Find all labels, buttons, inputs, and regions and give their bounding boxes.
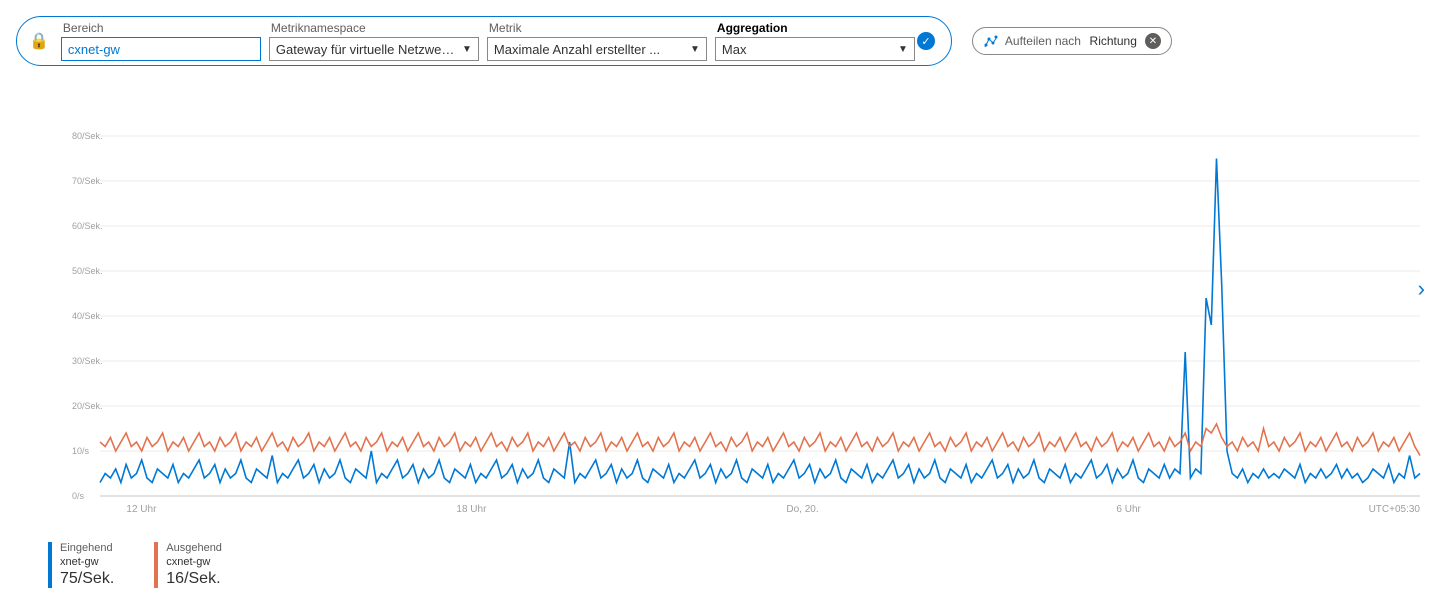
chevron-right-icon[interactable]: › xyxy=(1418,276,1425,302)
svg-text:12 Uhr: 12 Uhr xyxy=(126,504,157,515)
close-icon[interactable]: ✕ xyxy=(1145,33,1161,49)
legend-item-ausgehend[interactable]: Ausgehend cxnet-gw 16/Sek. xyxy=(154,542,222,588)
svg-text:0/s: 0/s xyxy=(72,491,85,501)
svg-text:Do, 20.: Do, 20. xyxy=(786,504,818,515)
chevron-down-icon: ▼ xyxy=(898,44,908,55)
split-label: Aufteilen nach xyxy=(1005,34,1081,48)
split-by-chip[interactable]: Aufteilen nach Richtung ✕ xyxy=(972,27,1172,55)
split-scatter-icon xyxy=(983,33,999,49)
svg-text:70/Sek.: 70/Sek. xyxy=(72,176,103,186)
chart-container: 0/s 10/s 20/Sek. 30/Sek. 40/Sek. 50/Sek. 60/Se… xyxy=(40,126,1419,526)
legend-sub: cxnet-gw xyxy=(166,556,222,568)
chevron-down-icon: ▼ xyxy=(690,44,700,55)
svg-text:50/Sek.: 50/Sek. xyxy=(72,266,103,276)
svg-text:40/Sek.: 40/Sek. xyxy=(72,311,103,321)
legend-swatch-orange xyxy=(154,542,158,588)
svg-text:80/Sek.: 80/Sek. xyxy=(72,131,103,141)
metric-field: Metrik Maximale Anzahl erstellter ... ▼ xyxy=(487,21,707,61)
chevron-down-icon: ▼ xyxy=(462,44,472,55)
legend: Eingehend xnet-gw 75/Sek. Ausgehend cxne… xyxy=(48,542,1439,588)
legend-sub: xnet-gw xyxy=(60,556,114,568)
scope-field: Bereich cxnet-gw xyxy=(61,21,261,61)
namespace-field: Metriknamespace Gateway für virtuelle Ne… xyxy=(269,21,479,61)
svg-text:10/s: 10/s xyxy=(72,446,90,456)
svg-text:6 Uhr: 6 Uhr xyxy=(1116,504,1141,515)
svg-text:20/Sek.: 20/Sek. xyxy=(72,401,103,411)
aggregation-label: Aggregation xyxy=(715,21,915,35)
scope-label: Bereich xyxy=(61,21,261,35)
confirm-check-icon[interactable]: ✓ xyxy=(917,32,935,50)
namespace-select[interactable]: Gateway für virtuelle Netzwerke ▼ xyxy=(269,37,479,61)
split-value: Richtung xyxy=(1090,34,1137,48)
metric-label: Metrik xyxy=(487,21,707,35)
metric-definition-pill: 🔒 Bereich cxnet-gw Metriknamespace Gatew… xyxy=(16,16,952,66)
legend-value: 16/Sek. xyxy=(166,570,222,588)
svg-text:30/Sek.: 30/Sek. xyxy=(72,356,103,366)
legend-label: Eingehend xyxy=(60,542,114,554)
aggregation-select[interactable]: Max ▼ xyxy=(715,37,915,61)
svg-text:18 Uhr: 18 Uhr xyxy=(456,504,487,515)
metric-line-chart[interactable]: 0/s 10/s 20/Sek. 30/Sek. 40/Sek. 50/Sek. 60/Se… xyxy=(40,126,1430,526)
metric-toolbar: 🔒 Bereich cxnet-gw Metriknamespace Gatew… xyxy=(16,16,1439,66)
legend-value: 75/Sek. xyxy=(60,570,114,588)
aggregation-field: Aggregation Max ▼ xyxy=(715,21,915,61)
legend-label: Ausgehend xyxy=(166,542,222,554)
namespace-label: Metriknamespace xyxy=(269,21,479,35)
metric-select[interactable]: Maximale Anzahl erstellter ... ▼ xyxy=(487,37,707,61)
legend-swatch-blue xyxy=(48,542,52,588)
svg-text:UTC+05:30: UTC+05:30 xyxy=(1369,504,1421,515)
lock-icon: 🔒 xyxy=(25,31,53,51)
legend-item-eingehend[interactable]: Eingehend xnet-gw 75/Sek. xyxy=(48,542,114,588)
svg-text:60/Sek.: 60/Sek. xyxy=(72,221,103,231)
scope-input[interactable]: cxnet-gw xyxy=(61,37,261,61)
